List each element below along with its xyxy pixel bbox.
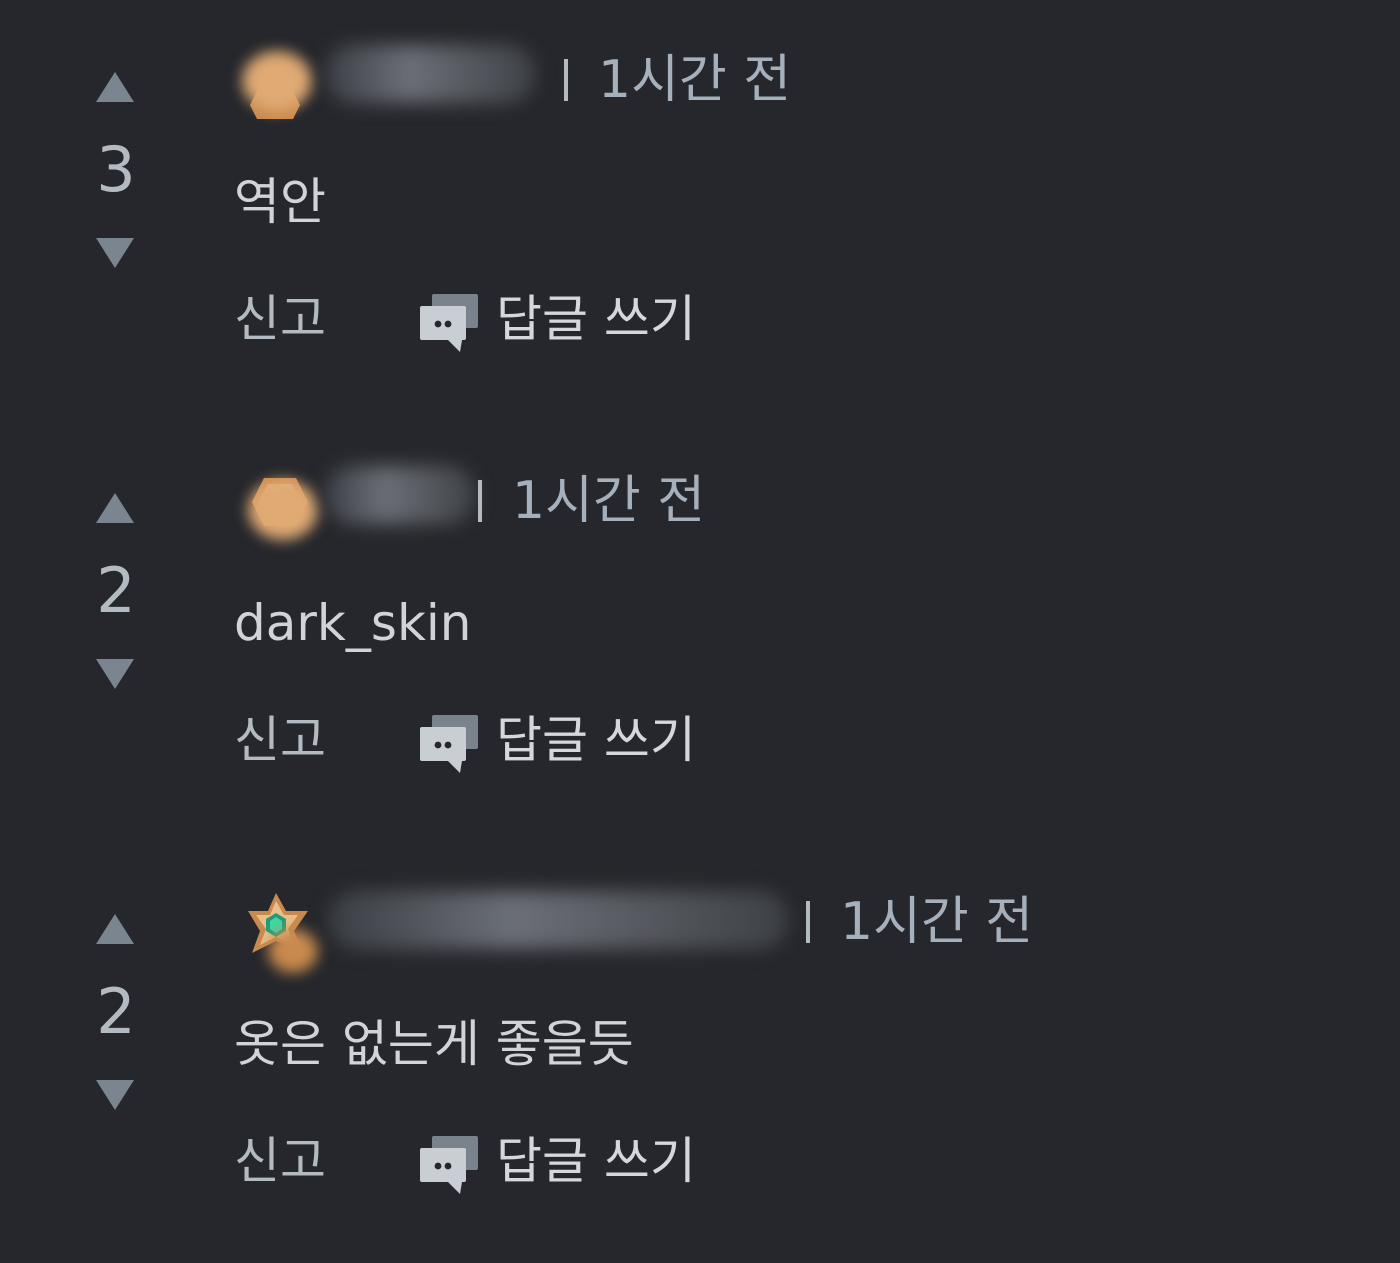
emerald-star-badge-icon	[238, 887, 318, 973]
report-button[interactable]: 신고	[234, 1130, 326, 1192]
comment-text: 옷은 없는게 좋을듯	[234, 1015, 634, 1073]
comment-item: 2 1시간 전 dark_skin 신고 답글 쓰기	[0, 421, 1400, 842]
username-redacted[interactable]	[328, 891, 788, 949]
timestamp: 1시간 전	[512, 471, 706, 531]
vote-score: 3	[96, 133, 136, 206]
reply-label: 답글 쓰기	[496, 711, 696, 769]
reply-label: 답글 쓰기	[496, 1132, 696, 1190]
username-redacted[interactable]	[324, 45, 536, 103]
username-redacted[interactable]	[324, 466, 476, 524]
upvote-icon[interactable]	[96, 72, 134, 102]
upvote-icon[interactable]	[96, 914, 134, 944]
downvote-icon[interactable]	[96, 1080, 134, 1110]
report-button[interactable]: 신고	[234, 288, 326, 350]
comment-text: dark_skin	[234, 594, 472, 652]
chat-bubbles-icon	[420, 1136, 478, 1194]
bronze-hexagon-badge-icon	[238, 45, 312, 121]
report-button[interactable]: 신고	[234, 709, 326, 771]
chat-bubbles-icon	[420, 715, 478, 773]
comment-item: 3 1시간 전 역안 신고 답글 쓰기	[0, 0, 1400, 421]
vote-score: 2	[96, 554, 136, 627]
timestamp: 1시간 전	[840, 892, 1034, 952]
reply-label: 답글 쓰기	[496, 290, 696, 348]
separator	[478, 480, 482, 522]
comment-text: 역안	[234, 173, 326, 231]
bronze-hexagon-badge-icon	[238, 466, 318, 540]
separator	[564, 59, 568, 101]
comment-item: 2 1시간 전 옷은 없는게 좋을듯 신고 답글 쓰기	[0, 842, 1400, 1263]
chat-bubbles-icon	[420, 294, 478, 352]
vote-score: 2	[96, 975, 136, 1048]
downvote-icon[interactable]	[96, 659, 134, 689]
upvote-icon[interactable]	[96, 493, 134, 523]
separator	[806, 901, 810, 943]
timestamp: 1시간 전	[598, 50, 792, 110]
downvote-icon[interactable]	[96, 238, 134, 268]
